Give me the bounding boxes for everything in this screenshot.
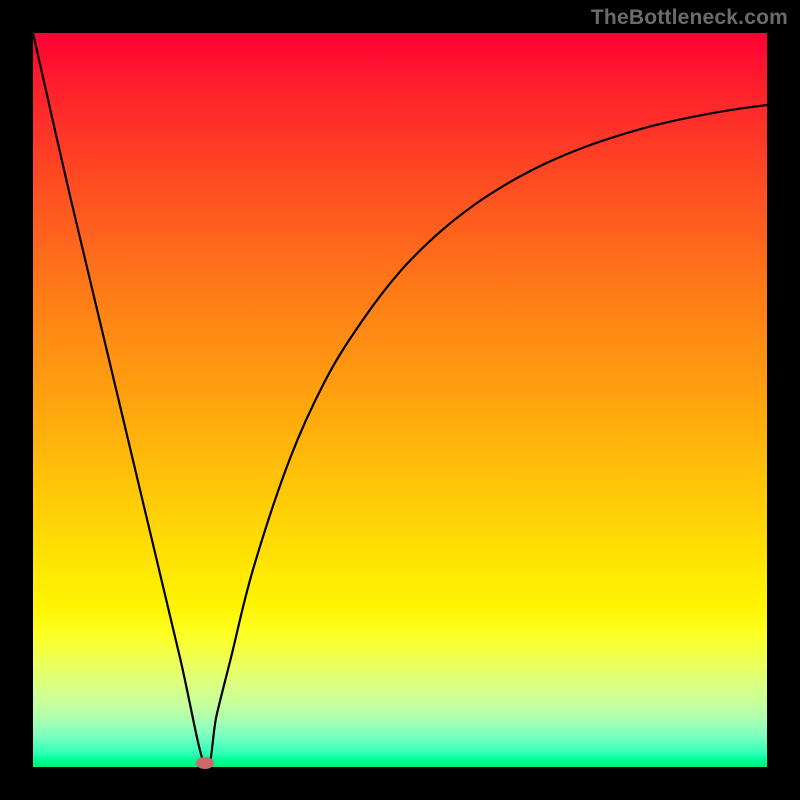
chart-frame: TheBottleneck.com xyxy=(0,0,800,800)
watermark-text: TheBottleneck.com xyxy=(591,6,788,30)
plot-area xyxy=(33,33,767,767)
minimum-marker xyxy=(196,757,214,769)
bottleneck-curve xyxy=(33,33,767,767)
